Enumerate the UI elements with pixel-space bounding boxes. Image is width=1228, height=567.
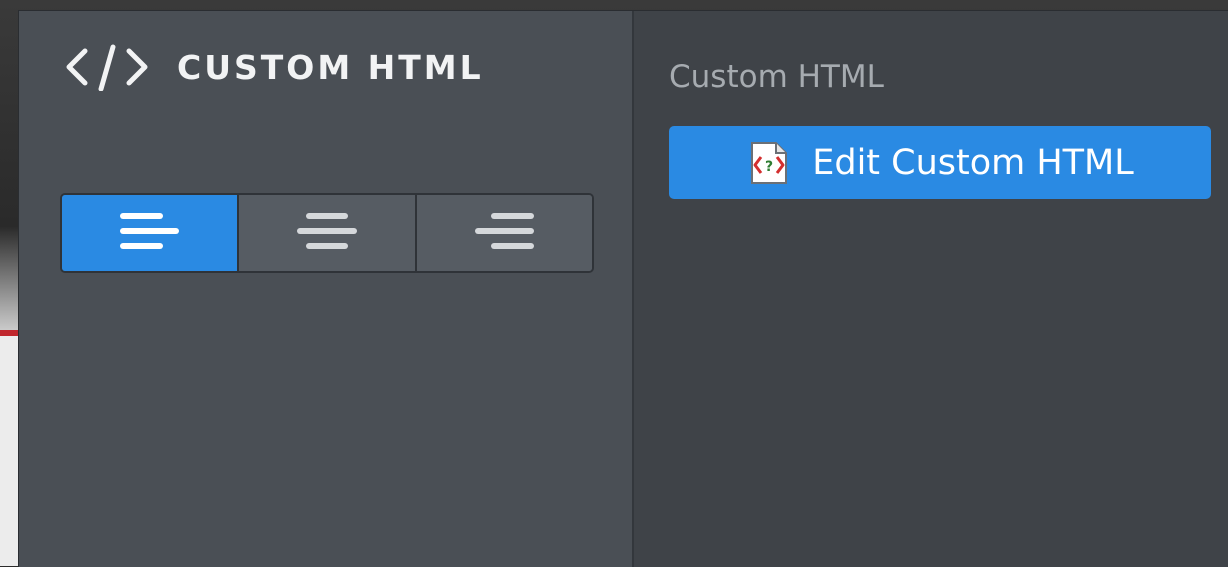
- settings-pane: Custom HTML ? Edit Custom HTML: [634, 11, 1228, 567]
- widget-title: CUSTOM HTML: [177, 47, 484, 87]
- align-right-button[interactable]: [414, 195, 592, 271]
- custom-html-section-label: Custom HTML: [669, 59, 884, 95]
- widget-pane: CUSTOM HTML: [19, 11, 634, 567]
- edit-custom-html-label: Edit Custom HTML: [812, 142, 1134, 183]
- svg-text:?: ?: [765, 159, 773, 175]
- widget-header: CUSTOM HTML: [63, 43, 484, 91]
- backdrop-white-area: [0, 336, 20, 566]
- align-left-icon: [119, 209, 180, 257]
- custom-html-settings-panel: CUSTOM HTML Custom HTML ? Edit Custom HT…: [18, 10, 1228, 567]
- html-file-icon: ?: [746, 141, 790, 185]
- align-center-icon: [296, 209, 357, 257]
- code-icon: [63, 43, 151, 91]
- align-center-button[interactable]: [237, 195, 415, 271]
- align-right-icon: [474, 209, 535, 257]
- alignment-button-group: [60, 193, 594, 273]
- edit-custom-html-button[interactable]: ? Edit Custom HTML: [669, 126, 1211, 199]
- align-left-button[interactable]: [62, 195, 238, 271]
